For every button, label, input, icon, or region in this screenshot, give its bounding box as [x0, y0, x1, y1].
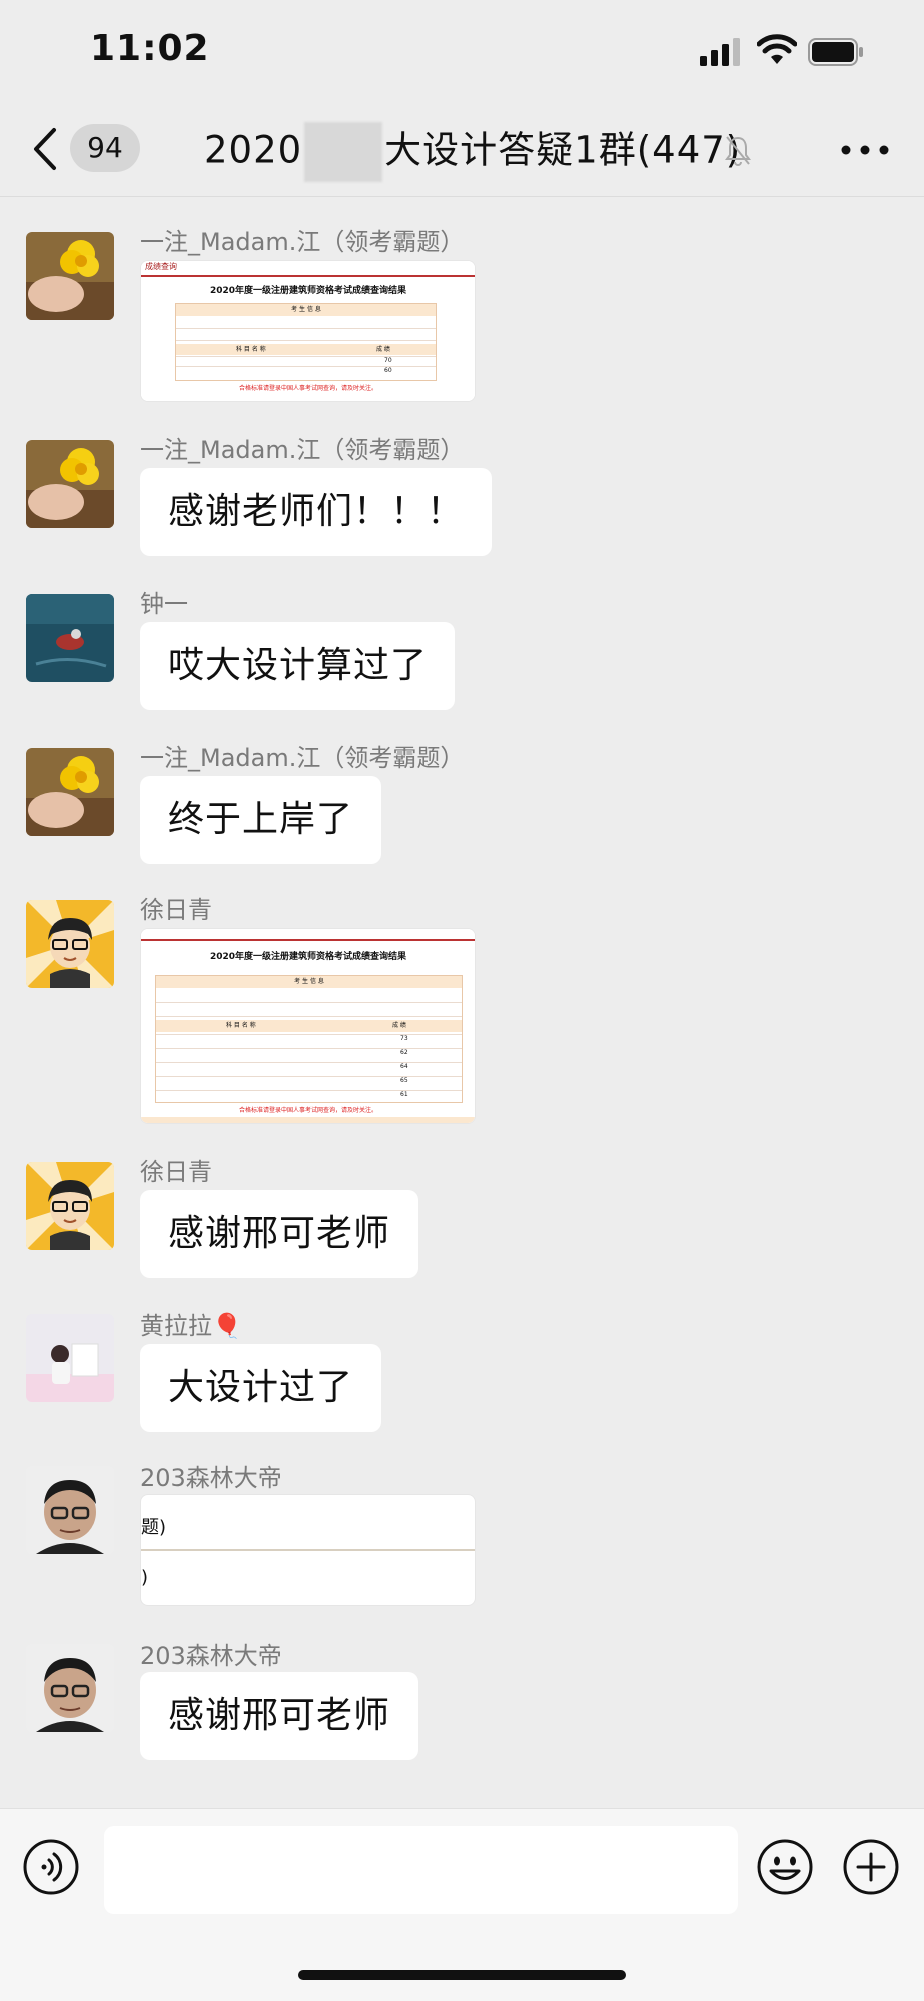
doc-score: 73	[400, 1035, 408, 1042]
flower-avatar-icon	[26, 748, 114, 836]
doc-header: 成绩查询	[141, 261, 475, 277]
unread-count-badge[interactable]: 94	[70, 124, 140, 172]
doc-score-row: 64	[156, 1062, 462, 1070]
sender-name: 徐日青	[140, 1158, 212, 1186]
sender-name: 203森林大帝	[140, 1642, 282, 1670]
doc-note: 合格标准请登录中国人事考试网查询，请及时关注。	[238, 1107, 377, 1114]
doc-score-row: 62	[156, 1048, 462, 1056]
text-message[interactable]: 终于上岸了	[140, 776, 382, 864]
doc-score: 60	[384, 367, 392, 374]
avatar[interactable]	[26, 1162, 114, 1250]
doc-score-row: 61	[156, 1090, 462, 1098]
image-fragment: )	[141, 1567, 149, 1588]
doc-score-row: 73	[156, 1034, 462, 1042]
doc-title: 2020年度一级注册建筑师资格考试成绩查询结果	[209, 286, 407, 296]
doc-footer-band	[141, 1117, 475, 1123]
status-time: 11:02	[90, 28, 210, 69]
doc-row	[156, 1016, 462, 1017]
doc-score-row: 60	[176, 366, 436, 381]
avatar[interactable]	[26, 1644, 114, 1732]
doc-table: 考 生 信 息 科 目 名 称 成 绩 73 62 64 65 61	[155, 975, 463, 1103]
wifi-icon	[757, 34, 797, 64]
doc-row	[176, 340, 436, 341]
message-input[interactable]	[104, 1826, 738, 1914]
home-indicator[interactable]	[298, 1970, 626, 1980]
image-message[interactable]: 成绩查询 2020年度一级注册建筑师资格考试成绩查询结果 考 生 信 息 科 目…	[140, 260, 476, 402]
sender-name: 一注_Madam.江（领考霸题）	[140, 228, 465, 256]
doc-row	[156, 1002, 462, 1003]
sender-name: 徐日青	[140, 896, 212, 924]
avatar[interactable]	[26, 594, 114, 682]
text-message[interactable]: 感谢邢可老师	[140, 1672, 419, 1760]
avatar[interactable]	[26, 1314, 114, 1402]
doc-score-head: 成 绩	[376, 346, 390, 353]
score-screenshot: 2020年度一级注册建筑师资格考试成绩查询结果 考 生 信 息 科 目 名 称 …	[141, 929, 475, 1123]
doc-subject-head: 科 目 名 称	[236, 346, 266, 353]
man-avatar-icon	[26, 1466, 114, 1554]
chat-header: 94 2020 大设计答疑1群(447)	[0, 100, 924, 197]
back-chevron-icon[interactable]	[30, 126, 60, 172]
image-message[interactable]: 2020年度一级注册建筑师资格考试成绩查询结果 考 生 信 息 科 目 名 称 …	[140, 928, 476, 1124]
sender-name: 203森林大帝	[140, 1464, 282, 1492]
man-avatar-icon	[26, 1644, 114, 1732]
doc-score-head: 成 绩	[392, 1022, 406, 1029]
image-divider	[141, 1549, 475, 1551]
doc-subject-band: 科 目 名 称 成 绩	[156, 1020, 462, 1032]
image-message[interactable]: 题) )	[140, 1494, 476, 1606]
emoji-icon[interactable]	[756, 1838, 814, 1896]
text-message[interactable]: 大设计过了	[140, 1344, 382, 1432]
cellular-signal-icon	[700, 38, 740, 66]
doc-score: 62	[400, 1049, 408, 1056]
doc-row	[176, 328, 436, 329]
text-message[interactable]: 感谢老师们！！！	[140, 468, 493, 556]
battery-icon	[808, 38, 863, 66]
doc-section: 考 生 信 息	[176, 304, 436, 316]
doc-note: 合格标准请登录中国人事考试网查询，请及时关注。	[238, 385, 377, 392]
doc-divider	[141, 939, 475, 941]
more-options-icon[interactable]	[840, 144, 890, 156]
add-more-icon[interactable]	[842, 1838, 900, 1896]
sender-name: 一注_Madam.江（领考霸题）	[140, 744, 465, 772]
doc-subject-band: 科 目 名 称 成 绩	[176, 344, 436, 355]
avatar[interactable]	[26, 900, 114, 988]
redacted-block	[304, 122, 383, 182]
avatar[interactable]	[26, 1466, 114, 1554]
text-message[interactable]: 哎大设计算过了	[140, 622, 456, 710]
chat-title-prefix: 2020	[204, 128, 303, 172]
doc-score-row: 70	[176, 356, 436, 364]
score-screenshot: 成绩查询 2020年度一级注册建筑师资格考试成绩查询结果 考 生 信 息 科 目…	[141, 261, 475, 401]
flower-avatar-icon	[26, 232, 114, 320]
cartoon-avatar-icon	[26, 900, 114, 988]
voice-input-icon[interactable]	[22, 1838, 80, 1896]
doc-score-row: 65	[156, 1076, 462, 1084]
doc-score: 64	[400, 1063, 408, 1070]
chat-title-suffix: 大设计答疑1群(447)	[384, 128, 742, 172]
flower-avatar-icon	[26, 440, 114, 528]
text-message[interactable]: 感谢邢可老师	[140, 1190, 419, 1278]
cartoon-avatar-icon	[26, 1162, 114, 1250]
status-bar: 11:02	[0, 0, 924, 100]
avatar[interactable]	[26, 232, 114, 320]
sender-name: 黄拉拉🎈	[140, 1312, 242, 1340]
doc-score: 70	[384, 357, 392, 364]
doc-title: 2020年度一级注册建筑师资格考试成绩查询结果	[209, 952, 407, 962]
doc-table: 考 生 信 息 科 目 名 称 成 绩 60 70	[175, 303, 437, 381]
doc-section: 考 生 信 息	[156, 976, 462, 988]
chat-title: 2020 大设计答疑1群(447)	[204, 122, 741, 182]
photo-avatar-icon	[26, 1314, 114, 1402]
doc-score: 61	[400, 1091, 408, 1098]
mute-bell-icon	[725, 136, 751, 166]
avatar[interactable]	[26, 440, 114, 528]
sender-name: 钟一	[140, 590, 188, 618]
sea-avatar-icon	[26, 594, 114, 682]
avatar[interactable]	[26, 748, 114, 836]
doc-score: 65	[400, 1077, 408, 1084]
sender-name: 一注_Madam.江（领考霸题）	[140, 436, 465, 464]
image-fragment: 题)	[141, 1517, 167, 1538]
doc-subject-head: 科 目 名 称	[226, 1022, 256, 1029]
